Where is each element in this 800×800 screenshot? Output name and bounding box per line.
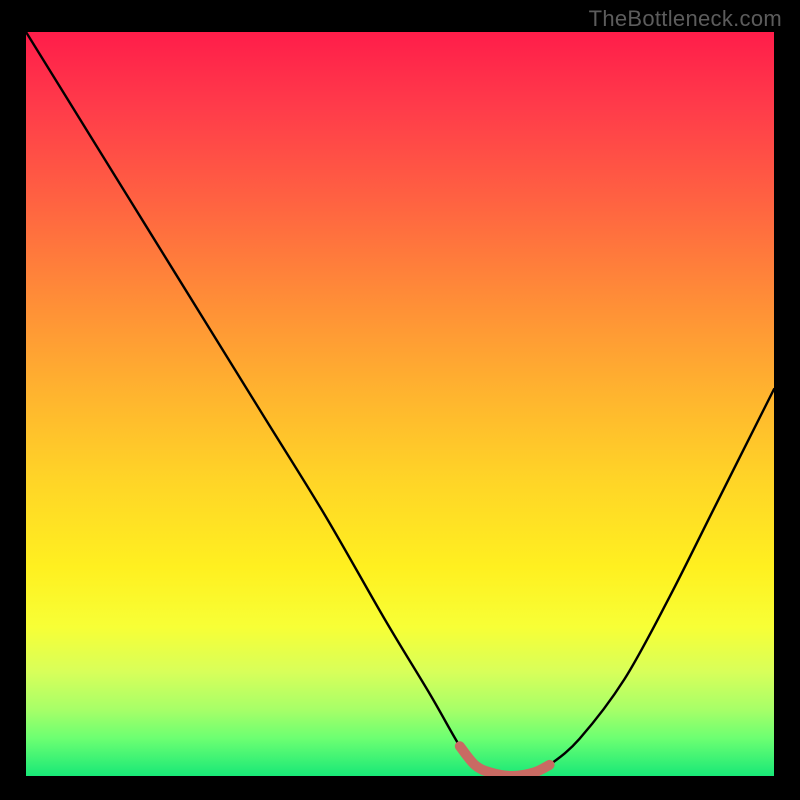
bottleneck-curve-tip: [460, 746, 550, 776]
plot-area: [26, 32, 774, 776]
watermark-text: TheBottleneck.com: [589, 6, 782, 32]
bottleneck-curve: [26, 32, 774, 776]
curve-svg: [26, 32, 774, 776]
chart-frame: TheBottleneck.com: [0, 0, 800, 800]
